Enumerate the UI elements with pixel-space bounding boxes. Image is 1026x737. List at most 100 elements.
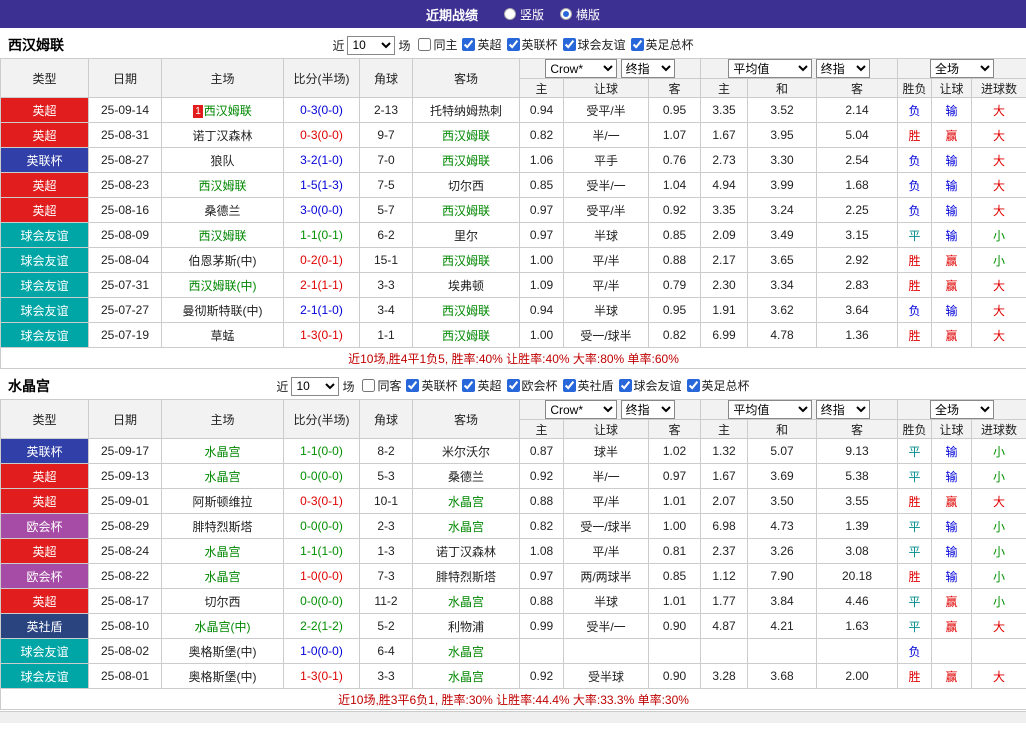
final-odds-select[interactable]: 终指 (620, 59, 675, 78)
home-team-name: 水晶宫(中) (194, 619, 251, 634)
filter-checkbox[interactable]: 英超 (462, 36, 502, 53)
result-goals: 小 (971, 588, 1026, 614)
avg-odds-draw: 3.95 (747, 122, 818, 148)
average-select[interactable]: 平均值 (728, 400, 813, 419)
layout-radio-group: 竖版 横版 (503, 6, 600, 23)
away-team-name: 水晶宫 (447, 494, 484, 509)
avg-odds-draw: 3.49 (747, 222, 818, 248)
col-odds-away: 客 (647, 419, 702, 439)
odds-home: 0.94 (519, 97, 564, 123)
filter-checkbox[interactable]: 英联杯 (506, 36, 558, 53)
average-select[interactable]: 平均值 (728, 59, 813, 78)
filter-checkbox[interactable]: 同主 (418, 36, 457, 53)
match-count-select[interactable]: 10 (291, 376, 340, 396)
match-row: 英联杯 25-08-27 狼队 3-2(1-0) 7-0 西汉姆联 1.06 平手 0.76 2.… (0, 147, 1026, 173)
away-team-name: 切尔西 (447, 178, 484, 193)
match-date: 25-08-29 (88, 513, 162, 539)
corner-count: 3-4 (359, 297, 413, 323)
checkbox-input[interactable] (686, 379, 700, 392)
result-winloss: 胜 (897, 663, 933, 689)
filter-checkbox[interactable]: 欧会杯 (506, 377, 558, 394)
checkbox-input[interactable] (362, 379, 376, 392)
result-goals: 大 (971, 272, 1026, 298)
home-team-cell: 水晶宫(中) (161, 613, 284, 639)
corner-count: 1-1 (359, 322, 413, 348)
filter-checkbox[interactable]: 英足总杯 (686, 377, 750, 394)
results-body: 英超 25-09-14 1 西汉姆联 0-3(0-0) 2-13 托特纳姆热刺 0.94 受平/… (0, 97, 1026, 348)
corner-count: 6-4 (359, 638, 413, 664)
match-date: 25-09-14 (88, 97, 162, 123)
final-odds-select[interactable]: 终指 (815, 400, 870, 419)
checkbox-input[interactable] (562, 38, 576, 51)
avg-odds-home: 2.37 (700, 538, 749, 564)
result-goals: 大 (971, 322, 1026, 348)
filter-checkbox[interactable]: 英超 (462, 377, 502, 394)
full-match-select[interactable]: 全场 (930, 59, 995, 78)
score-halftime: 1-1(1-0) (283, 538, 360, 564)
checkbox-input[interactable] (418, 38, 432, 51)
score-halftime: 1-1(0-0) (283, 438, 360, 464)
col-score: 比分(半场) (283, 399, 360, 439)
away-team-cell: 西汉姆联 (412, 122, 520, 148)
corner-count: 10-1 (359, 488, 413, 514)
full-match-select[interactable]: 全场 (930, 400, 995, 419)
league-type-badge: 英超 (0, 97, 89, 123)
avg-odds-home: 1.32 (700, 438, 749, 464)
avg-odds-draw: 3.69 (747, 463, 818, 489)
result-handicap: 输 (931, 172, 973, 198)
col-avg-home: 主 (700, 78, 749, 98)
odds-home: 0.82 (519, 122, 564, 148)
league-type-badge: 英超 (0, 538, 89, 564)
avg-odds-home: 2.09 (700, 222, 749, 248)
filter-checkbox[interactable]: 球会友谊 (618, 377, 682, 394)
checkbox-input[interactable] (462, 379, 476, 392)
result-goals: 大 (971, 172, 1026, 198)
checkbox-input[interactable] (506, 38, 520, 51)
final-odds-select[interactable]: 终指 (815, 59, 870, 78)
checkbox-input[interactable] (406, 379, 420, 392)
match-count-select[interactable]: 10 (347, 35, 396, 55)
avg-odds-away: 1.63 (816, 613, 899, 639)
result-winloss: 胜 (897, 272, 933, 298)
checkbox-input[interactable] (506, 379, 520, 392)
match-row: 球会友谊 25-07-31 西汉姆联(中) 2-1(1-1) 3-3 埃弗顿 1.09 平/半… (0, 272, 1026, 298)
filter-checkbox[interactable]: 英社盾 (562, 377, 614, 394)
avg-odds-home: 6.99 (700, 322, 749, 348)
checkbox-label: 英足总杯 (701, 379, 750, 393)
avg-odds-draw: 3.30 (747, 147, 818, 173)
checkbox-input[interactable] (630, 38, 644, 51)
col-goals: 进球数 (971, 419, 1026, 439)
away-team-name: 腓特烈斯塔 (435, 569, 496, 584)
score-halftime: 1-3(0-1) (283, 663, 360, 689)
bookmaker-select[interactable]: Crow* (545, 59, 618, 78)
radio-horizontal-layout[interactable]: 横版 (560, 6, 600, 23)
result-handicap: 输 (931, 297, 973, 323)
avg-odds-away: 1.68 (816, 172, 899, 198)
home-team-cell: 切尔西 (161, 588, 284, 614)
away-team-name: 西汉姆联 (441, 328, 490, 343)
col-asian: 让球 (931, 78, 973, 98)
home-team-name: 诺丁汉森林 (192, 128, 253, 143)
avg-odds-away: 2.00 (816, 663, 899, 689)
radio-vertical-layout[interactable]: 竖版 (503, 6, 544, 23)
filter-checkbox[interactable]: 英联杯 (406, 377, 457, 394)
final-odds-select[interactable]: 终指 (620, 400, 675, 419)
checkbox-input[interactable] (462, 38, 476, 51)
match-date: 25-07-27 (88, 297, 162, 323)
checkbox-input[interactable] (562, 379, 576, 392)
checkbox-input[interactable] (618, 379, 632, 392)
rank-badge: 1 (193, 104, 203, 118)
away-team-name: 利物浦 (447, 619, 484, 634)
home-team-name: 西汉姆联 (203, 103, 252, 118)
filter-checkbox[interactable]: 同客 (362, 377, 401, 394)
odds-home: 0.94 (519, 297, 564, 323)
avg-odds-home: 1.77 (700, 588, 749, 614)
odds-handicap: 平/半 (563, 247, 649, 273)
avg-odds-draw (747, 638, 818, 664)
filter-checkbox[interactable]: 球会友谊 (562, 36, 626, 53)
score-halftime: 1-0(0-0) (283, 638, 360, 664)
checkbox-label: 英社盾 (577, 379, 614, 393)
bookmaker-select[interactable]: Crow* (545, 400, 618, 419)
scope-header: 全场 (897, 399, 1026, 420)
filter-checkbox[interactable]: 英足总杯 (630, 36, 694, 53)
